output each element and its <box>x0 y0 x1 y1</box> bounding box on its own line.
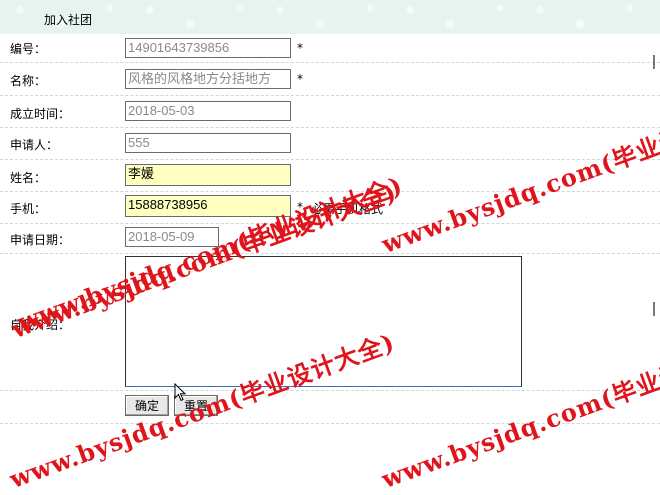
name-label: 名称： <box>10 74 47 88</box>
founded-date-field[interactable]: 2018-05-03 <box>125 101 291 121</box>
row-apply-date: 申请日期： 2018-05-09 <box>0 224 660 254</box>
scroll-marker <box>653 55 659 69</box>
applicant-label: 申请人： <box>10 138 59 152</box>
mouse-cursor-icon <box>174 383 187 402</box>
scroll-marker <box>653 302 659 316</box>
confirm-button[interactable]: 确定 <box>125 395 169 416</box>
phone-label: 手机： <box>10 202 47 216</box>
row-number: 编号： 14901643739856 * <box>0 34 660 63</box>
founded-label: 成立时间： <box>10 107 71 121</box>
row-fullname: 姓名： 李媛 <box>0 160 660 192</box>
fullname-label: 姓名： <box>10 171 47 185</box>
row-buttons <box>0 391 660 424</box>
phone-required-mark: * <box>297 200 303 214</box>
intro-textarea[interactable] <box>125 256 522 387</box>
apply-date-field[interactable]: 2018-05-09 <box>125 227 219 247</box>
page-title: 加入社团 <box>44 13 93 27</box>
name-field[interactable]: 风格的风格地方分括地方 <box>125 69 291 89</box>
page-header: 加入社团 <box>0 0 660 34</box>
applicant-field[interactable]: 555 <box>125 133 291 153</box>
number-field[interactable]: 14901643739856 <box>125 38 291 58</box>
row-applicant: 申请人： 555 <box>0 128 660 160</box>
phone-format-hint: 必需手机格式 <box>311 202 384 216</box>
number-required-mark: * <box>297 41 303 55</box>
row-founded: 成立时间： 2018-05-03 <box>0 96 660 128</box>
apply-date-label: 申请日期： <box>10 233 71 247</box>
phone-field[interactable]: 15888738956 <box>125 195 291 217</box>
intro-label: 自我介绍： <box>10 318 71 332</box>
fullname-field[interactable]: 李媛 <box>125 164 291 186</box>
number-label: 编号： <box>10 42 47 56</box>
row-phone: 手机： 15888738956 * 必需手机格式 <box>0 192 660 224</box>
name-required-mark: * <box>297 72 303 86</box>
row-name: 名称： 风格的风格地方分括地方 * <box>0 63 660 96</box>
